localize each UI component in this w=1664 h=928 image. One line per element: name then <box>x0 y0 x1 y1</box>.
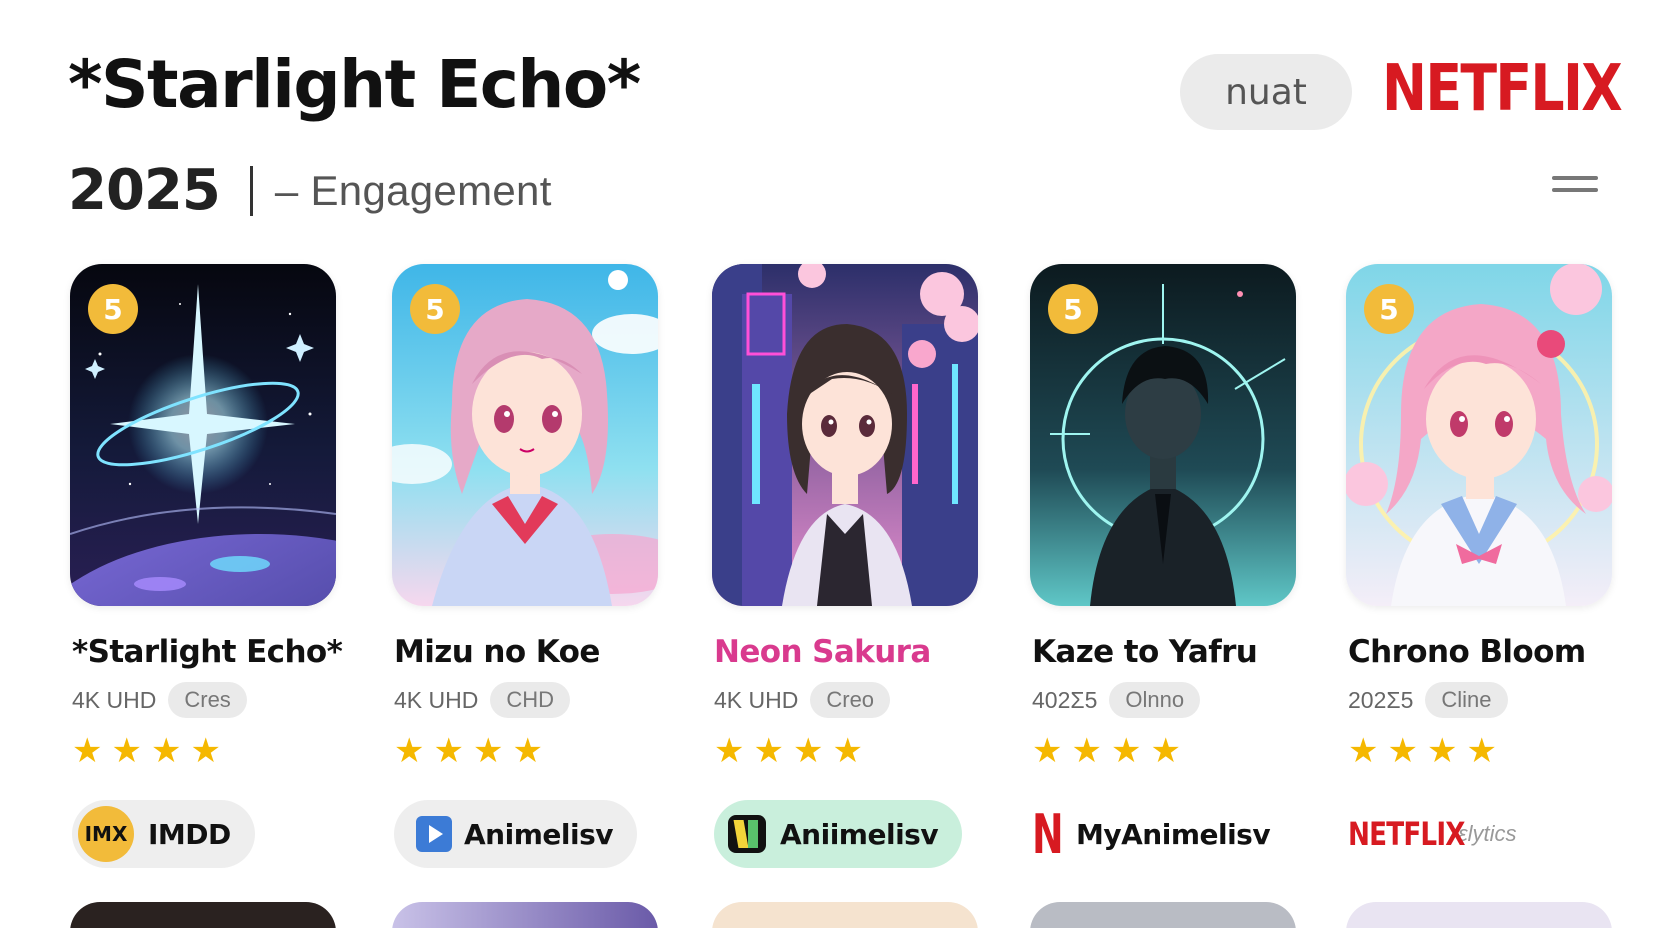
source-label: MyAnimelisv <box>1076 817 1271 851</box>
title-card[interactable]: 5 *Starlight Echo* 4K UHD Cres ★ ★ ★ ★ IMX … <box>70 264 343 868</box>
star-icon: ★ <box>1348 732 1379 770</box>
netflix-logo: NETFLIX <box>1348 815 1466 853</box>
star-icon: ★ <box>190 732 221 770</box>
tag-chip[interactable]: CHD <box>490 682 571 718</box>
title-card[interactable]: 5 Chrono Bloom 202Σ5 Cline ★ ★ ★ ★ NETFLIX … <box>1346 264 1612 853</box>
source-button[interactable]: Animelisv <box>394 800 637 868</box>
quality-label: 4K UHD <box>714 686 799 713</box>
card-title[interactable]: Mizu no Koe <box>394 634 600 670</box>
green-app-icon <box>728 815 766 853</box>
star-icon: ★ <box>1150 732 1181 770</box>
hamburger-menu-icon[interactable] <box>1552 176 1598 198</box>
tag-chip[interactable]: Olnno <box>1109 682 1201 718</box>
star-icon: ★ <box>433 732 464 770</box>
next-row-poster[interactable] <box>1346 902 1612 928</box>
star-icon: ★ <box>150 732 182 770</box>
card-title[interactable]: Chrono Bloom <box>1348 634 1586 670</box>
poster-image[interactable]: 5 <box>1030 264 1296 606</box>
source-button[interactable]: NETFLIX ɛlytics <box>1348 800 1517 868</box>
star-icon: ★ <box>1110 732 1142 770</box>
page-header: *Starlight Echo* <box>68 46 641 123</box>
star-icon: ★ <box>394 732 425 770</box>
card-title[interactable]: Kaze to Yafru <box>1032 634 1258 670</box>
star-icon: ★ <box>1071 732 1102 770</box>
card-meta: 4K UHD CHD <box>394 682 571 718</box>
card-title[interactable]: Neon Sakura <box>714 634 931 670</box>
title-card[interactable]: 5 Mizu no Koe 4K UHD CHD ★ ★ ★ ★ Animelisv <box>392 264 658 868</box>
play-icon <box>416 816 452 852</box>
year-label: 2025 <box>68 158 221 223</box>
poster-image[interactable]: 5 <box>70 264 336 606</box>
card-meta: 4K UHD Cres <box>72 682 247 718</box>
title-card[interactable]: 5 Kaze to Yafru 402Σ5 Olnno ★ ★ ★ ★ N MyAni… <box>1030 264 1296 866</box>
star-icon: ★ <box>753 732 784 770</box>
source-button[interactable]: IMX IMDD <box>72 800 255 868</box>
poster-image[interactable]: 5 <box>392 264 658 606</box>
card-meta: 202Σ5 Cline <box>1348 682 1508 718</box>
rank-badge: 5 <box>410 284 460 334</box>
quality-label: 202Σ5 <box>1348 686 1414 713</box>
card-meta: 402Σ5 Olnno <box>1032 682 1201 718</box>
star-icon: ★ <box>111 732 142 770</box>
quality-label: 4K UHD <box>72 686 157 713</box>
source-button[interactable]: N MyAnimelisv <box>1032 800 1271 868</box>
source-label: Animelisv <box>464 817 613 851</box>
quality-label: 402Σ5 <box>1032 686 1098 713</box>
star-icon: ★ <box>1387 732 1418 770</box>
star-icon: ★ <box>1466 732 1497 770</box>
star-rating: ★ ★ ★ ★ <box>1348 734 1497 768</box>
source-label: Aniimelisv <box>780 817 939 851</box>
star-icon: ★ <box>512 732 543 770</box>
next-row-poster[interactable] <box>70 902 336 928</box>
star-icon: ★ <box>832 732 863 770</box>
next-row-poster[interactable] <box>712 902 978 928</box>
source-button[interactable]: Aniimelisv <box>714 800 963 868</box>
star-rating: ★ ★ ★ ★ <box>1032 734 1181 768</box>
rank-badge: 5 <box>1048 284 1098 334</box>
rank-badge: 5 <box>1364 284 1414 334</box>
star-icon: ★ <box>472 732 504 770</box>
subtitle-row: 2025 – Engagement <box>68 158 552 223</box>
star-icon: ★ <box>1426 732 1458 770</box>
star-icon: ★ <box>72 732 103 770</box>
next-row-poster[interactable] <box>1030 902 1296 928</box>
quality-label: 4K UHD <box>394 686 479 713</box>
imdb-logo-icon: IMX <box>78 806 134 862</box>
star-icon: ★ <box>792 732 824 770</box>
header-pill-button[interactable]: nuat <box>1180 54 1352 130</box>
rank-badge: 5 <box>88 284 138 334</box>
star-rating: ★ ★ ★ ★ <box>72 734 221 768</box>
star-rating: ★ ★ ★ ★ <box>714 734 863 768</box>
subtitle-label: – Engagement <box>274 166 552 214</box>
source-suffix: ɛlytics <box>1458 821 1517 846</box>
star-icon: ★ <box>1032 732 1063 770</box>
neon-city-illustration <box>712 264 978 606</box>
title-card[interactable]: Neon Sakura 4K UHD Creo ★ ★ ★ ★ Aniimelisv <box>712 264 978 868</box>
poster-image[interactable] <box>712 264 978 606</box>
star-icon: ★ <box>714 732 745 770</box>
tag-chip[interactable]: Cline <box>1425 682 1508 718</box>
page-title: *Starlight Echo* <box>68 46 641 123</box>
poster-image[interactable]: 5 <box>1346 264 1612 606</box>
card-title[interactable]: *Starlight Echo* <box>72 634 343 670</box>
netflix-n-icon: N <box>1032 802 1064 866</box>
card-meta: 4K UHD Creo <box>714 682 891 718</box>
divider <box>249 165 253 216</box>
tag-chip[interactable]: Creo <box>810 682 891 718</box>
source-label: IMDD <box>148 817 231 851</box>
netflix-logo[interactable]: NETFLIX <box>1382 52 1623 126</box>
tag-chip[interactable]: Cres <box>168 682 247 718</box>
next-row-poster[interactable] <box>392 902 658 928</box>
star-rating: ★ ★ ★ ★ <box>394 734 543 768</box>
